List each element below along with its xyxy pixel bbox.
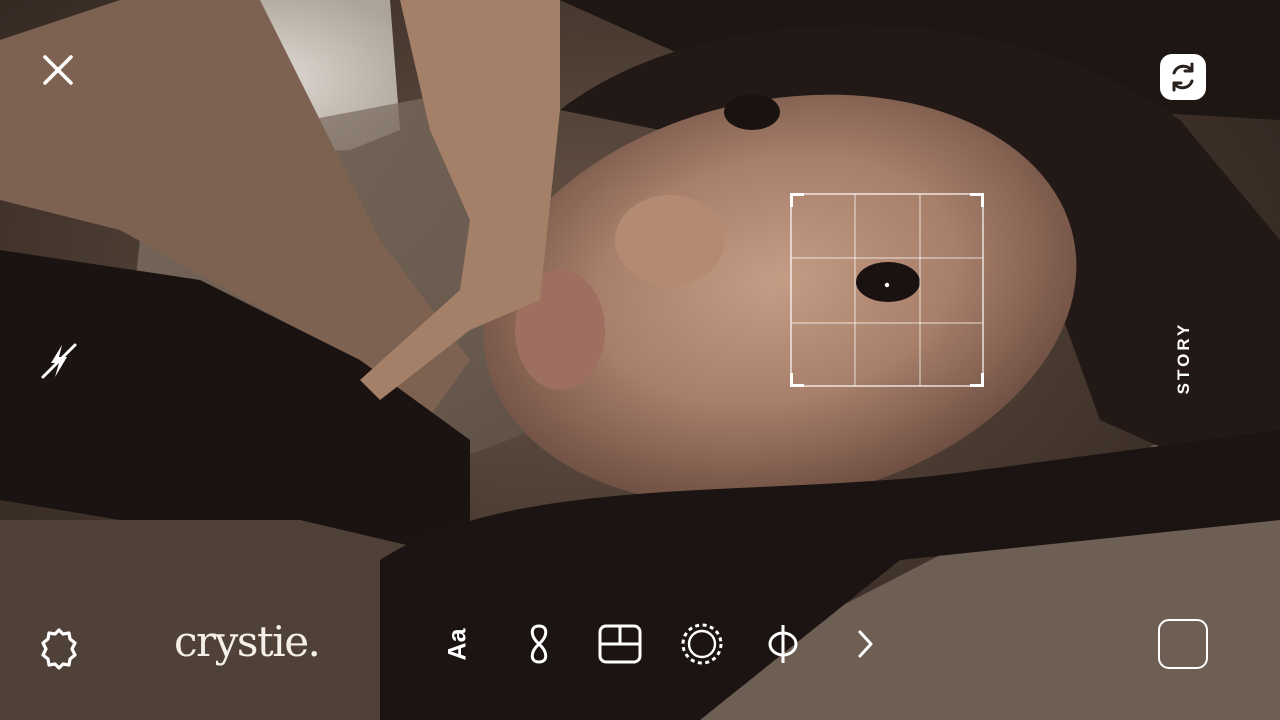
focus-grid[interactable]	[789, 192, 985, 388]
text-tool-label: Aa	[443, 628, 472, 660]
focus-grid-lines	[789, 192, 985, 388]
infinity-icon	[530, 624, 548, 664]
story-mode-label[interactable]: STORY	[1174, 322, 1194, 395]
dashed-circle-icon	[681, 623, 723, 665]
chevron-right-icon	[858, 630, 873, 658]
boomerang-tool-button[interactable]	[511, 614, 567, 674]
filter-tool-button[interactable]	[755, 614, 811, 674]
phi-icon	[768, 625, 798, 663]
text-tool-button[interactable]: Aa	[430, 614, 486, 674]
more-tools-button[interactable]	[837, 614, 893, 674]
close-button[interactable]	[36, 48, 80, 92]
flip-camera-button[interactable]	[1156, 50, 1210, 104]
brand-wordmark: crystie.	[174, 617, 321, 666]
settings-icon	[41, 628, 77, 670]
settings-button[interactable]	[34, 624, 84, 674]
gallery-thumbnail-icon	[1158, 619, 1208, 669]
flip-camera-icon	[1160, 54, 1206, 100]
creative-tools-bar: Aa	[430, 614, 900, 674]
effects-tool-button[interactable]	[674, 614, 730, 674]
flash-button[interactable]	[34, 336, 84, 386]
gallery-button[interactable]	[1154, 615, 1212, 673]
layout-icon	[598, 624, 642, 664]
close-icon	[43, 55, 73, 85]
layout-tool-button[interactable]	[592, 614, 648, 674]
flash-off-icon	[41, 343, 77, 379]
